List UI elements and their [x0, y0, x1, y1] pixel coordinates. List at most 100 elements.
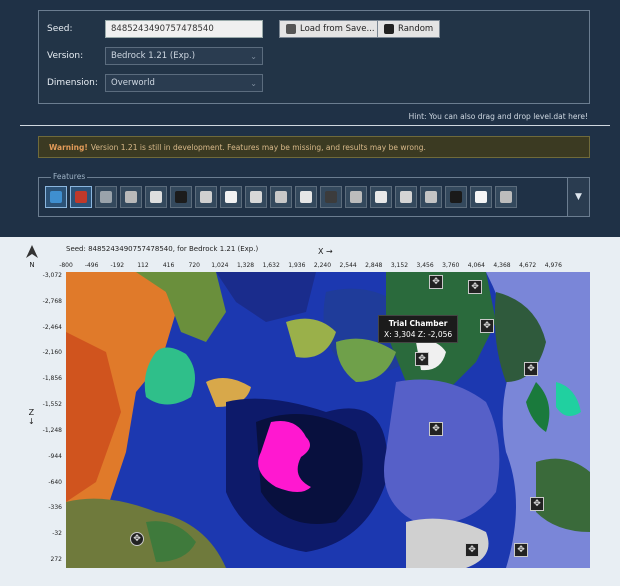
version-label: Version: — [47, 51, 84, 61]
z-tick-label: -1,248 — [42, 426, 62, 434]
feature-toggle-ancient-city[interactable] — [320, 186, 342, 208]
x-tick-label: -800 — [59, 262, 73, 269]
version-row: Version: Bedrock 1.21 (Exp.) ⌄ — [47, 47, 263, 65]
feature-toggle-trial-chamber[interactable] — [495, 186, 517, 208]
trial-chamber-marker[interactable] — [468, 280, 482, 294]
version-select[interactable]: Bedrock 1.21 (Exp.) ⌄ — [105, 47, 263, 65]
feature-toggle-trail-ruins[interactable] — [345, 186, 367, 208]
random-label: Random — [398, 24, 434, 34]
feature-toggle-stronghold[interactable] — [95, 186, 117, 208]
version-warning: Warning! Version 1.21 is still in develo… — [38, 136, 590, 158]
x-tick-label: 2,544 — [339, 262, 357, 269]
trial-chamber-marker[interactable] — [429, 275, 443, 289]
north-label: N — [29, 261, 35, 269]
feature-toggle-shipwreck[interactable] — [370, 186, 392, 208]
z-tick-label: 272 — [50, 556, 62, 564]
feature-toggle-spawn[interactable] — [470, 186, 492, 208]
feature-toggle-fortress[interactable] — [295, 186, 317, 208]
x-tick-label: 4,672 — [519, 262, 537, 269]
feature-toggle-biome[interactable] — [45, 186, 67, 208]
z-tick-label: -2,768 — [42, 297, 62, 305]
chevron-down-icon: ⌄ — [250, 51, 257, 61]
jungle-temple-icon — [275, 191, 287, 203]
z-tick-label: -3,072 — [42, 272, 62, 279]
igloo-icon — [225, 191, 237, 203]
ancient-city-icon — [325, 191, 337, 203]
seed-value: 8485243490757478540 — [111, 24, 214, 34]
trial-chamber-marker[interactable] — [530, 497, 544, 511]
mineshaft-icon — [175, 191, 187, 203]
feature-toggle-mansion[interactable] — [395, 186, 417, 208]
warning-strong: Warning! — [49, 142, 88, 152]
seed-settings-panel: Seed: 8485243490757478540 Version: Bedro… — [38, 10, 590, 104]
feature-toggle-igloo[interactable] — [220, 186, 242, 208]
dimension-value: Overworld — [111, 78, 155, 88]
x-tick-label: 2,240 — [313, 262, 332, 269]
feature-toggle-jungle-temple[interactable] — [270, 186, 292, 208]
feature-toggle-mineshaft[interactable] — [170, 186, 192, 208]
x-tick-label: 720 — [188, 262, 200, 269]
biome-map-canvas — [66, 272, 590, 568]
drag-drop-hint: Hint: You can also drag and drop level.d… — [408, 112, 588, 121]
stronghold-icon — [100, 191, 112, 203]
divider — [20, 125, 610, 126]
village-icon — [125, 191, 137, 203]
dimension-select[interactable]: Overworld ⌄ — [105, 74, 263, 92]
version-value: Bedrock 1.21 (Exp.) — [111, 51, 196, 61]
z-tick-label: -640 — [48, 478, 62, 486]
trial-chamber-marker[interactable] — [524, 362, 538, 376]
feature-toggle-anchor[interactable] — [445, 186, 467, 208]
chevron-down-icon: ⌄ — [250, 78, 257, 88]
dimension-label: Dimension: — [47, 78, 98, 88]
features-more-button[interactable]: ▼ — [567, 178, 589, 216]
features-legend: Features — [51, 172, 88, 181]
x-tick-label: 3,760 — [442, 262, 460, 269]
dice-icon — [384, 24, 394, 34]
feature-toggle-ruined-portal[interactable] — [145, 186, 167, 208]
trial-chamber-marker[interactable] — [465, 543, 479, 557]
spawn-marker[interactable] — [130, 532, 144, 546]
x-tick-label: 1,024 — [211, 262, 229, 269]
spawn-icon — [475, 191, 487, 203]
x-tick-label: 3,456 — [416, 262, 434, 269]
x-tick-label: 4,368 — [493, 262, 511, 269]
seed-row: Seed: 8485243490757478540 — [47, 20, 263, 38]
warning-text: Version 1.21 is still in development. Fe… — [90, 142, 426, 152]
trial-chamber-marker[interactable] — [415, 352, 429, 366]
x-tick-label: 416 — [162, 262, 175, 269]
z-tick-label: -32 — [52, 530, 62, 538]
desert-temple-icon — [250, 191, 262, 203]
x-tick-label: 4,976 — [544, 262, 562, 269]
feature-toggle-treasure[interactable] — [420, 186, 442, 208]
seed-input[interactable]: 8485243490757478540 — [105, 20, 263, 38]
trail-ruins-icon — [350, 191, 362, 203]
seed-label: Seed: — [47, 24, 73, 34]
z-tick-label: -1,856 — [42, 375, 62, 383]
feature-toggle-ocean-monument[interactable] — [195, 186, 217, 208]
feature-toggle-village[interactable] — [120, 186, 142, 208]
z-tick-label: -336 — [48, 504, 62, 512]
trial-chamber-marker[interactable] — [514, 543, 528, 557]
trial-chamber-marker[interactable] — [480, 319, 494, 333]
x-tick-label: 2,848 — [365, 262, 383, 269]
dimension-row: Dimension: Overworld ⌄ — [47, 74, 263, 92]
z-tick-label: -1,552 — [42, 401, 62, 409]
anchor-icon — [450, 191, 462, 203]
z-tick-label: -944 — [48, 452, 62, 460]
z-axis-ticks: -3,072 -2,768 -2,464 -2,160 -1,856 -1,552 -1,2… — [36, 272, 64, 568]
feature-toggle-desert-temple[interactable] — [245, 186, 267, 208]
biome-icon — [50, 191, 62, 203]
load-from-save-button[interactable]: Load from Save... — [279, 20, 382, 38]
treasure-icon — [425, 191, 437, 203]
map-seed-line: Seed: 8485243490757478540, for Bedrock 1… — [66, 245, 259, 253]
compass: N — [24, 245, 40, 269]
biome-map[interactable]: Trial Chamber X: 3,304 Z: -2,056 — [66, 272, 590, 568]
random-button[interactable]: Random — [377, 20, 441, 38]
slime-chunk-icon — [75, 191, 87, 203]
x-tick-label: 3,152 — [390, 262, 409, 269]
feature-toggle-slime-chunk[interactable] — [70, 186, 92, 208]
down-arrow-icon: ↓ — [28, 417, 35, 426]
z-tick-label: -2,464 — [42, 323, 62, 331]
trial-chamber-marker[interactable] — [429, 422, 443, 436]
x-tick-label: 1,328 — [236, 262, 255, 269]
